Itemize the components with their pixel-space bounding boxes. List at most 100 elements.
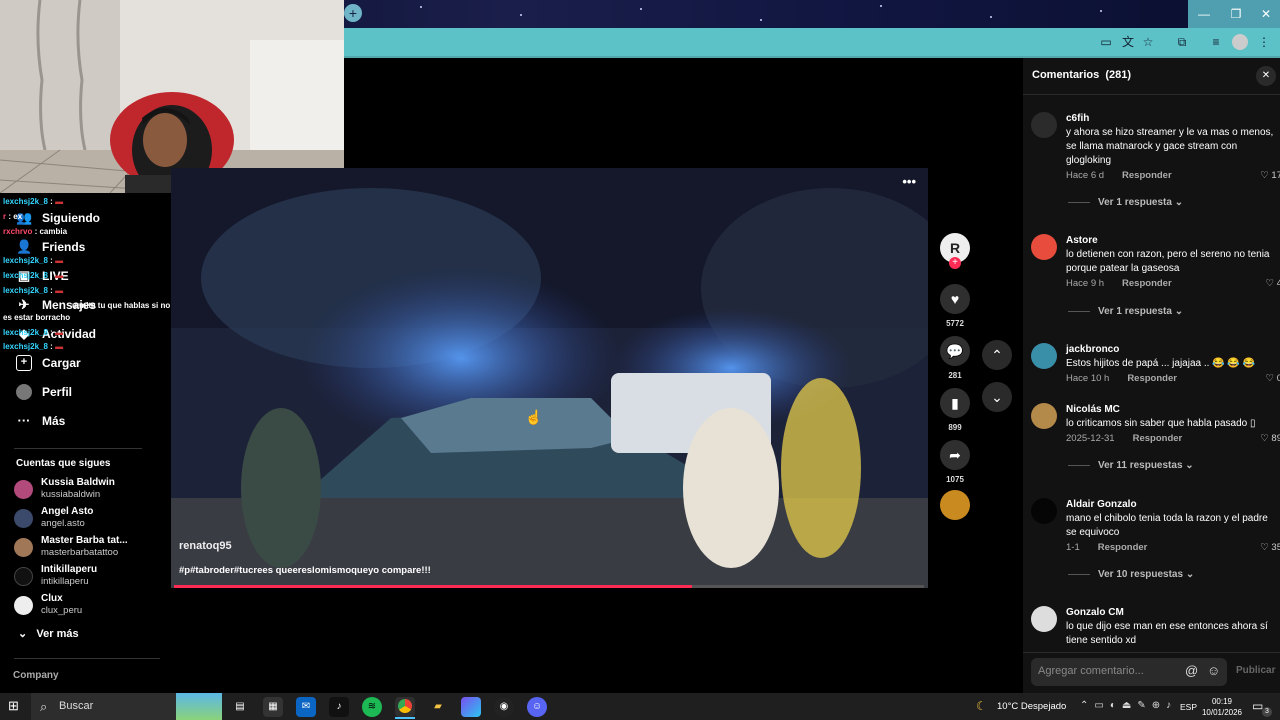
avatar[interactable] <box>1031 112 1057 138</box>
following-item[interactable]: Master Barba tat... masterbarbatattoo <box>14 535 128 559</box>
obs-icon[interactable]: ◉ <box>494 697 514 717</box>
outlook-icon[interactable]: ✉ <box>296 697 316 717</box>
chevron-up-icon: ⌃ <box>991 346 1003 363</box>
profile-avatar-icon[interactable] <box>1232 34 1248 50</box>
chat-line: es estar borracho <box>3 313 71 322</box>
sidebar-item-more[interactable]: ··· Más <box>16 413 66 429</box>
search-highlight-image <box>176 693 222 720</box>
following-item[interactable]: Clux clux_peru <box>14 593 82 617</box>
discord-icon[interactable]: ☺ <box>527 697 547 717</box>
video-player[interactable]: ••• renatoq95 #p#tabroder#tucrees queere… <box>171 168 928 588</box>
clock[interactable]: 00:19 10/01/2026 <box>1200 696 1244 718</box>
video-more-button[interactable]: ••• <box>902 174 916 189</box>
translate-icon[interactable]: 文 <box>1120 34 1136 50</box>
publish-button[interactable]: Publicar <box>1236 665 1275 676</box>
avatar[interactable] <box>1031 403 1057 429</box>
comment-like[interactable]: ♡ 89 <box>1260 431 1280 447</box>
cast-icon[interactable]: ▭ <box>1098 34 1114 50</box>
kebab-menu-icon[interactable]: ⋮ <box>1256 34 1272 50</box>
comment-input[interactable]: Agregar comentario... @ ☺ <box>1031 658 1227 686</box>
sidebar-item-label: Más <box>42 414 66 428</box>
comment-like[interactable]: ♡ 35 <box>1260 540 1280 556</box>
maximize-button[interactable]: ❐ <box>1220 0 1252 28</box>
tray-icons[interactable]: ⌃▭◐⏏✎⊕♪ <box>1080 700 1177 711</box>
reply-button[interactable]: Responder <box>1127 371 1177 387</box>
comment-like[interactable]: ♡ 4 <box>1266 276 1280 292</box>
weather-text[interactable]: 10°C Despejado <box>997 701 1066 712</box>
task-view-icon[interactable]: ▤ <box>230 697 250 717</box>
comment-user[interactable]: Astore <box>1066 234 1276 248</box>
view-replies-link[interactable]: Ver 11 respuestas ⌄ <box>1068 460 1194 471</box>
share-button[interactable]: ➦ <box>940 440 970 470</box>
comment-user[interactable]: jackbronco <box>1066 343 1276 357</box>
language-indicator[interactable]: ESP <box>1180 702 1197 712</box>
messages-icon: ✈ <box>18 297 30 312</box>
avatar <box>14 508 33 528</box>
music-disc-icon[interactable] <box>940 490 970 520</box>
sidebar-item-upload[interactable]: + Cargar <box>16 355 81 371</box>
webcam-image <box>0 0 344 193</box>
comment-like[interactable]: ♡ 0 <box>1266 371 1280 387</box>
media-control-icon[interactable]: ≡ <box>1208 34 1224 50</box>
comment-button[interactable]: 💬 <box>940 336 970 366</box>
video-progress-bar[interactable] <box>174 585 924 588</box>
video-caption[interactable]: #p#tabroder#tucrees queereslomismoqueyo … <box>179 565 431 576</box>
share-icon: ➦ <box>949 446 961 463</box>
store-icon[interactable]: ▦ <box>263 697 283 717</box>
sidebar-item-profile[interactable]: Perfil <box>16 384 72 400</box>
follow-plus-icon[interactable]: + <box>949 257 961 269</box>
close-comments-button[interactable]: ✕ <box>1256 66 1276 86</box>
view-replies-link[interactable]: Ver 1 respuesta ⌄ <box>1068 197 1183 208</box>
sidebar-item-following[interactable]: 👥 Siguiendo <box>16 210 100 226</box>
spotify-icon[interactable]: ≋ <box>362 697 382 717</box>
comment-like[interactable]: ♡ 17 <box>1260 168 1280 184</box>
extensions-icon[interactable]: ⧉ <box>1174 34 1190 50</box>
company-link[interactable]: Company <box>13 670 59 681</box>
view-replies-link[interactable]: Ver 1 respuesta ⌄ <box>1068 306 1183 317</box>
reply-button[interactable]: Responder <box>1133 431 1183 447</box>
next-video-button[interactable]: ⌄ <box>982 382 1012 412</box>
address-bar[interactable]: ▭ 文 ☆ ⧉ ≡ ⋮ <box>344 28 1280 56</box>
comment-user[interactable]: Nicolás MC <box>1066 403 1276 417</box>
comment-user[interactable]: Gonzalo CM <box>1066 606 1276 620</box>
windows-start-icon[interactable]: ⊞ <box>8 699 22 713</box>
notification-count: 3 <box>1262 707 1272 717</box>
avatar[interactable] <box>1031 606 1057 632</box>
tiktok-icon[interactable]: ♪ <box>329 697 349 717</box>
following-item[interactable]: Angel Asto angel.asto <box>14 506 93 530</box>
minimize-button[interactable]: — <box>1188 0 1220 28</box>
sidebar-item-friends[interactable]: 👤 Friends <box>16 239 85 255</box>
reply-button[interactable]: Responder <box>1122 276 1172 292</box>
mention-icon[interactable]: @ <box>1185 663 1198 678</box>
chat-line: rxchrvo : cambia <box>3 227 68 236</box>
chrome-icon[interactable] <box>395 697 415 717</box>
new-tab-button[interactable]: + <box>344 4 362 22</box>
avatar[interactable] <box>1031 234 1057 260</box>
comment-user[interactable]: c6fih <box>1066 112 1276 126</box>
bookmark-star-icon[interactable]: ☆ <box>1140 34 1156 50</box>
video-author[interactable]: renatoq95 <box>179 540 232 552</box>
video-frame <box>171 168 928 588</box>
close-window-button[interactable]: ✕ <box>1252 0 1280 28</box>
like-button[interactable]: ♥ <box>940 284 970 314</box>
comments-header: Comentarios (281) <box>1032 69 1132 81</box>
comment-user[interactable]: Aldair Gonzalo <box>1066 498 1276 512</box>
avatar[interactable] <box>1031 498 1057 524</box>
share-count: 1075 <box>946 475 964 484</box>
reply-button[interactable]: Responder <box>1122 168 1172 184</box>
save-button[interactable]: ▮ <box>940 388 970 418</box>
avatar <box>14 595 33 615</box>
see-more-link[interactable]: ⌄ Ver más <box>18 627 79 640</box>
reply-button[interactable]: Responder <box>1098 540 1148 556</box>
following-item[interactable]: Intikillaperu intikillaperu <box>14 564 97 588</box>
view-replies-link[interactable]: Ver 10 respuestas ⌄ <box>1068 569 1194 580</box>
emoji-icon[interactable]: ☺ <box>1207 663 1220 678</box>
file-explorer-icon[interactable]: ▰ <box>428 697 448 717</box>
prev-video-button[interactable]: ⌃ <box>982 340 1012 370</box>
copilot-icon[interactable] <box>461 697 481 717</box>
avatar <box>14 479 33 499</box>
comment-item: Aldair Gonzalo mano el chibolo tenia tod… <box>1031 498 1280 556</box>
sidebar: 👥 Siguiendo 👤 Friends ▣ LIVE ✈ Mensajes ◆ Act… <box>0 193 221 693</box>
avatar[interactable] <box>1031 343 1057 369</box>
following-item[interactable]: Kussia Baldwin kussiabaldwin <box>14 477 115 501</box>
